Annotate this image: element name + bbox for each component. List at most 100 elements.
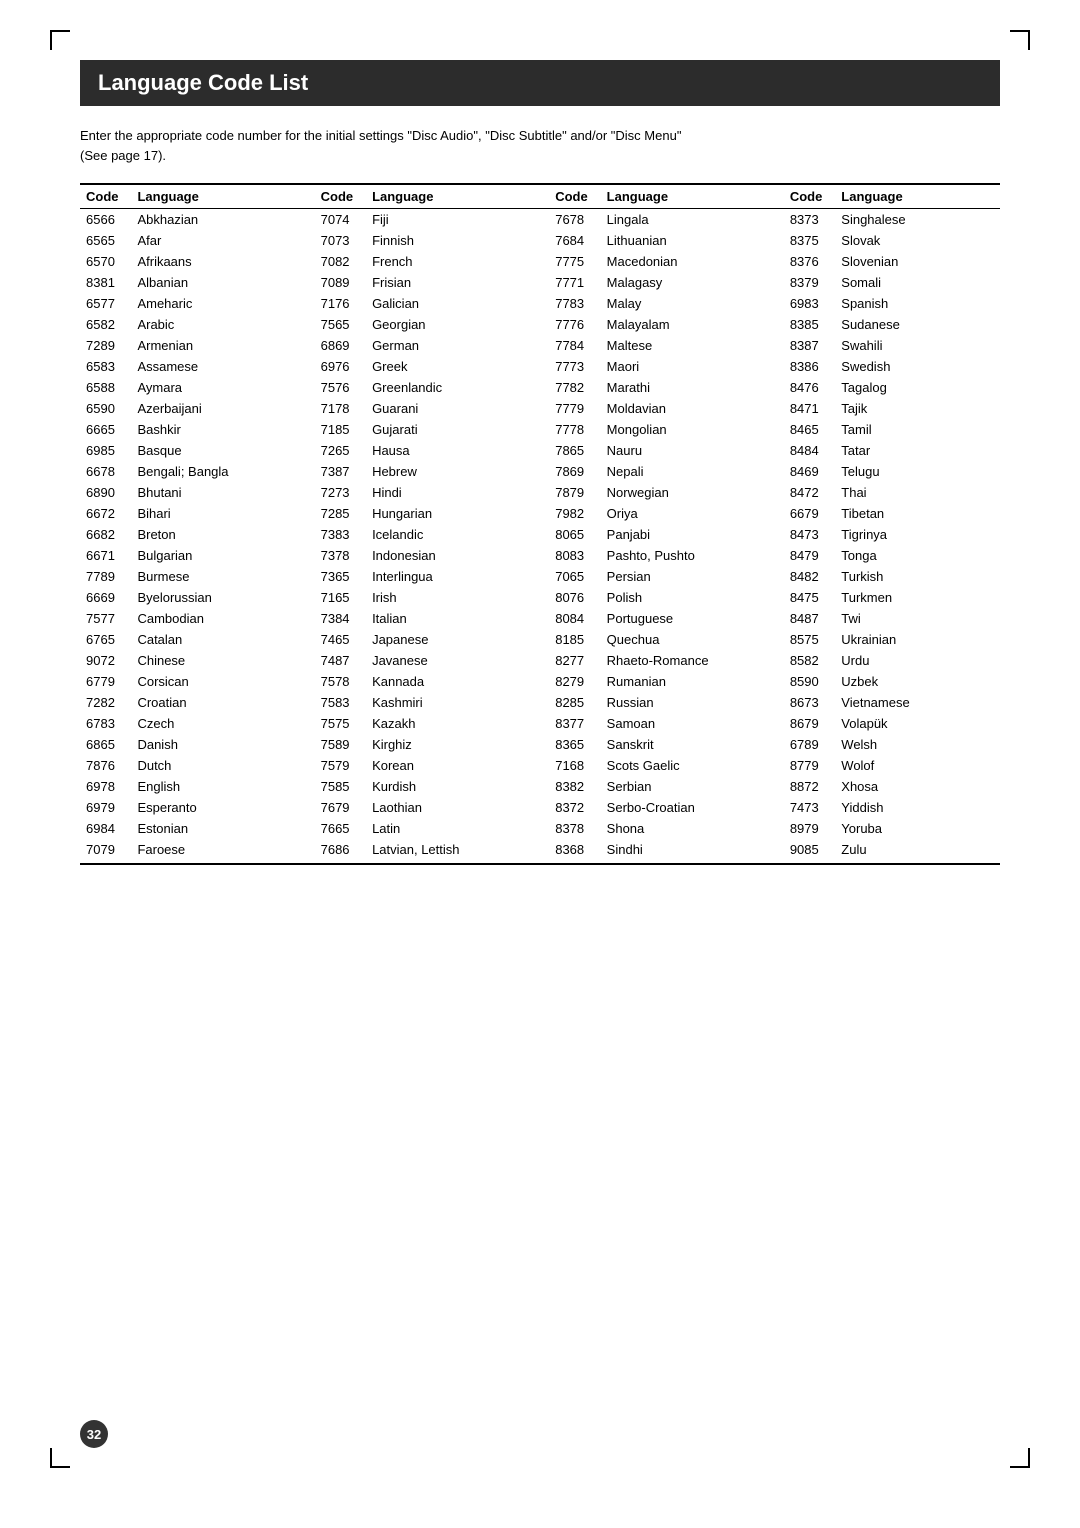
cell-code-22-3: 8590 (784, 671, 835, 692)
cell-sep-28-0 (296, 797, 315, 818)
cell-code-29-3: 8979 (784, 818, 835, 839)
cell-sep-15-0 (296, 524, 315, 545)
cell-code-16-2: 8083 (549, 545, 600, 566)
cell-lang-18-3: Turkmen (835, 587, 1000, 608)
cell-lang-23-0: Croatian (131, 692, 296, 713)
cell-lang-26-2: Scots Gaelic (601, 755, 766, 776)
cell-lang-21-2: Rhaeto-Romance (601, 650, 766, 671)
cell-lang-6-1: German (366, 335, 531, 356)
cell-code-6-3: 8387 (784, 335, 835, 356)
cell-lang-26-0: Dutch (131, 755, 296, 776)
cell-lang-9-3: Tajik (835, 398, 1000, 419)
cell-lang-15-0: Breton (131, 524, 296, 545)
table-row: 7876Dutch7579Korean7168Scots Gaelic8779W… (80, 755, 1000, 776)
col-sep-1 (296, 184, 315, 209)
cell-sep-13-1 (531, 482, 550, 503)
cell-code-28-1: 7679 (315, 797, 366, 818)
cell-code-29-1: 7665 (315, 818, 366, 839)
cell-code-10-1: 7185 (315, 419, 366, 440)
cell-code-25-2: 8365 (549, 734, 600, 755)
cell-sep-8-1 (531, 377, 550, 398)
cell-code-6-2: 7784 (549, 335, 600, 356)
cell-lang-14-2: Oriya (601, 503, 766, 524)
cell-code-25-3: 6789 (784, 734, 835, 755)
cell-code-29-0: 6984 (80, 818, 131, 839)
cell-code-5-3: 8385 (784, 314, 835, 335)
cell-lang-30-0: Faroese (131, 839, 296, 864)
cell-code-23-2: 8285 (549, 692, 600, 713)
cell-lang-9-0: Azerbaijani (131, 398, 296, 419)
cell-sep-1-2 (765, 230, 784, 251)
cell-sep-9-1 (531, 398, 550, 419)
cell-code-18-3: 8475 (784, 587, 835, 608)
table-row: 6672Bihari7285Hungarian7982Oriya6679Tibe… (80, 503, 1000, 524)
corner-mark-tl (50, 30, 70, 50)
cell-code-22-0: 6779 (80, 671, 131, 692)
cell-lang-17-0: Burmese (131, 566, 296, 587)
table-row: 6985Basque7265Hausa7865Nauru8484Tatar (80, 440, 1000, 461)
cell-lang-21-1: Javanese (366, 650, 531, 671)
cell-lang-25-3: Welsh (835, 734, 1000, 755)
cell-code-23-1: 7583 (315, 692, 366, 713)
cell-sep-10-0 (296, 419, 315, 440)
cell-lang-25-1: Kirghiz (366, 734, 531, 755)
cell-sep-21-2 (765, 650, 784, 671)
cell-lang-13-2: Norwegian (601, 482, 766, 503)
cell-code-9-3: 8471 (784, 398, 835, 419)
cell-lang-10-3: Tamil (835, 419, 1000, 440)
cell-sep-16-2 (765, 545, 784, 566)
table-row: 6978English7585Kurdish8382Serbian8872Xho… (80, 776, 1000, 797)
cell-lang-6-2: Maltese (601, 335, 766, 356)
cell-lang-8-3: Tagalog (835, 377, 1000, 398)
cell-sep-18-0 (296, 587, 315, 608)
cell-sep-27-0 (296, 776, 315, 797)
cell-code-12-2: 7869 (549, 461, 600, 482)
cell-lang-20-3: Ukrainian (835, 629, 1000, 650)
cell-code-15-3: 8473 (784, 524, 835, 545)
cell-lang-10-2: Mongolian (601, 419, 766, 440)
cell-code-21-2: 8277 (549, 650, 600, 671)
cell-sep-9-2 (765, 398, 784, 419)
cell-lang-18-2: Polish (601, 587, 766, 608)
cell-sep-0-1 (531, 209, 550, 231)
cell-code-30-3: 9085 (784, 839, 835, 864)
cell-lang-22-1: Kannada (366, 671, 531, 692)
cell-code-0-2: 7678 (549, 209, 600, 231)
cell-lang-13-0: Bhutani (131, 482, 296, 503)
cell-code-1-2: 7684 (549, 230, 600, 251)
cell-lang-22-0: Corsican (131, 671, 296, 692)
language-code-table: Code Language Code Language Code Languag… (80, 183, 1000, 865)
cell-sep-26-2 (765, 755, 784, 776)
cell-code-6-1: 6869 (315, 335, 366, 356)
cell-lang-5-0: Arabic (131, 314, 296, 335)
cell-lang-7-2: Maori (601, 356, 766, 377)
cell-lang-23-1: Kashmiri (366, 692, 531, 713)
cell-code-26-3: 8779 (784, 755, 835, 776)
cell-code-7-0: 6583 (80, 356, 131, 377)
page-footer: 32 (80, 1420, 108, 1448)
cell-sep-0-2 (765, 209, 784, 231)
cell-lang-15-3: Tigrinya (835, 524, 1000, 545)
cell-sep-2-2 (765, 251, 784, 272)
cell-lang-9-1: Guarani (366, 398, 531, 419)
cell-lang-2-3: Slovenian (835, 251, 1000, 272)
cell-sep-14-1 (531, 503, 550, 524)
cell-sep-10-1 (531, 419, 550, 440)
cell-code-4-0: 6577 (80, 293, 131, 314)
cell-sep-15-2 (765, 524, 784, 545)
cell-sep-16-0 (296, 545, 315, 566)
cell-code-21-0: 9072 (80, 650, 131, 671)
cell-code-8-0: 6588 (80, 377, 131, 398)
cell-code-8-3: 8476 (784, 377, 835, 398)
table-row: 7789Burmese7365Interlingua7065Persian848… (80, 566, 1000, 587)
cell-sep-12-1 (531, 461, 550, 482)
cell-lang-1-2: Lithuanian (601, 230, 766, 251)
cell-code-4-2: 7783 (549, 293, 600, 314)
cell-sep-4-1 (531, 293, 550, 314)
cell-code-14-1: 7285 (315, 503, 366, 524)
header-lang-4: Language (835, 184, 1000, 209)
table-row: 6566Abkhazian7074Fiji7678Lingala8373Sing… (80, 209, 1000, 231)
cell-code-12-3: 8469 (784, 461, 835, 482)
cell-code-9-2: 7779 (549, 398, 600, 419)
cell-lang-20-2: Quechua (601, 629, 766, 650)
